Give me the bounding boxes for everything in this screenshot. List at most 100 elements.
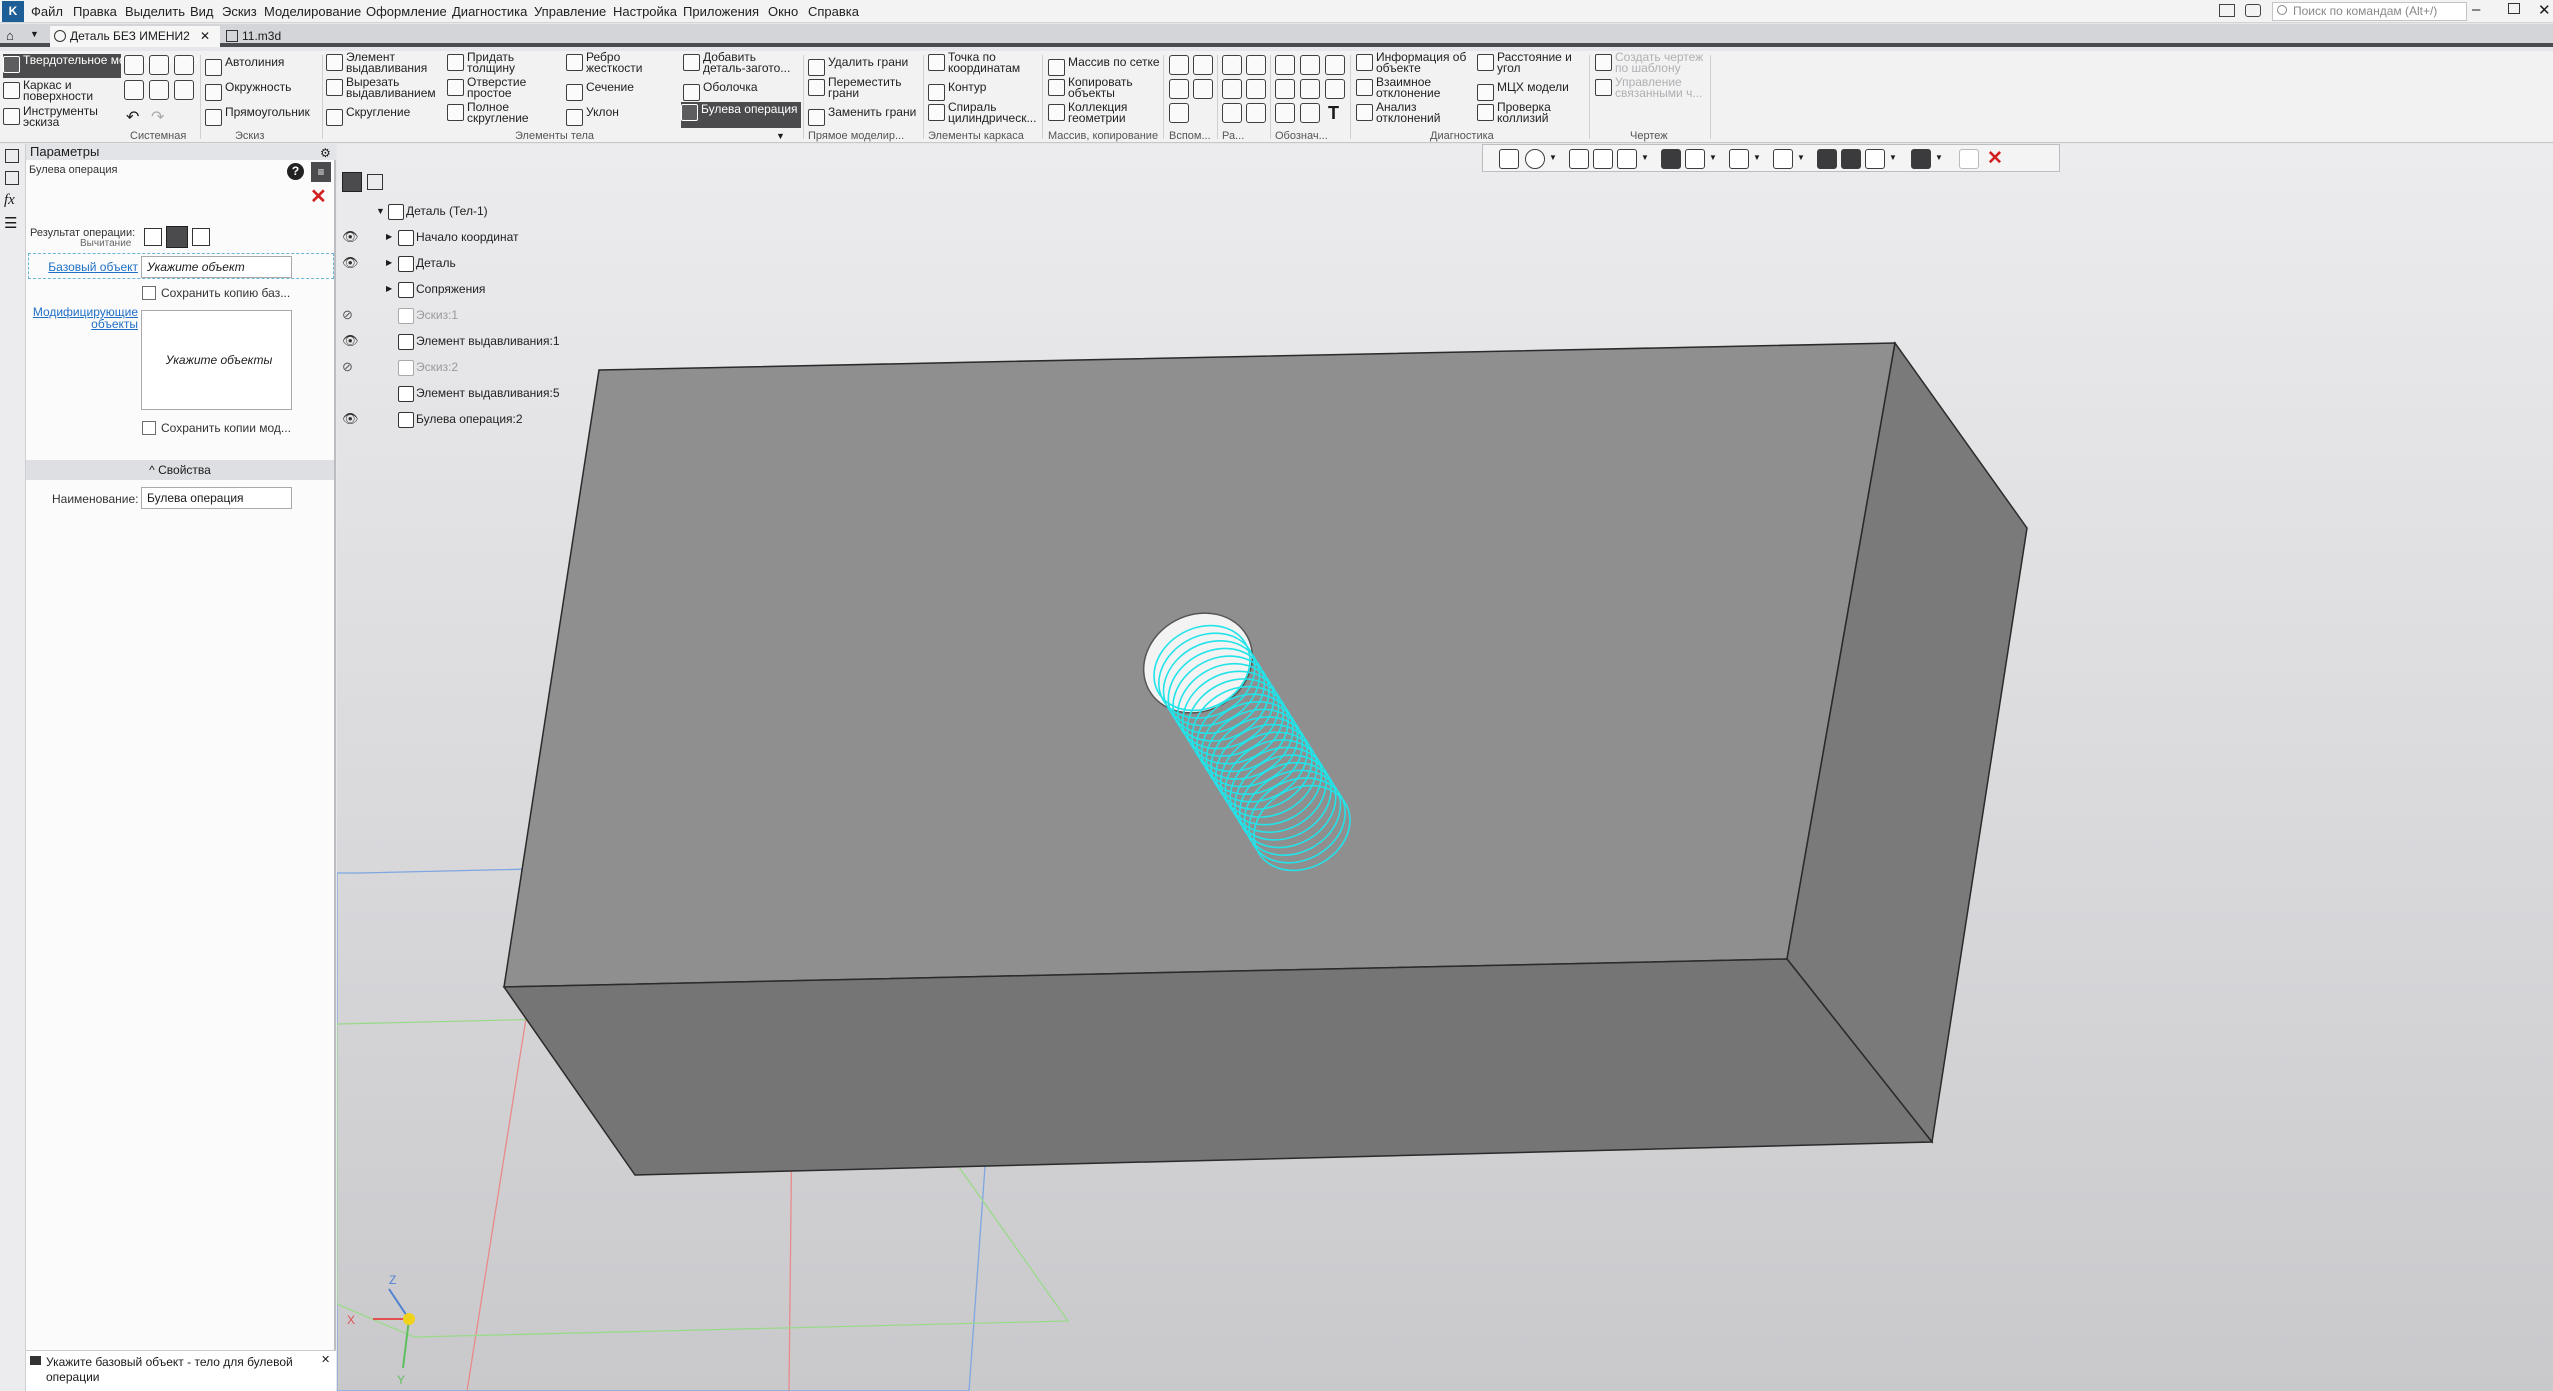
preview-icon[interactable]: [149, 80, 169, 100]
layout-icon[interactable]: [2219, 4, 2235, 17]
mode-wireframe-surfaces[interactable]: Каркас и поверхности: [3, 79, 121, 104]
filter-dropdown-icon[interactable]: ▼: [1935, 153, 1943, 162]
menu-sketch[interactable]: Эскиз: [222, 4, 257, 19]
visibility-eye-icon[interactable]: 👁: [342, 333, 359, 349]
distance-angle-button[interactable]: Расстояние и угол: [1477, 51, 1577, 74]
thicken-button[interactable]: Придать толщину: [447, 51, 537, 74]
menu-settings[interactable]: Настройка: [613, 4, 677, 19]
panel-settings-icon[interactable]: ⚙: [320, 145, 331, 161]
create-drawing-button[interactable]: Создать чертеж по шаблону: [1595, 51, 1707, 74]
mode-sketch-tools[interactable]: Инструменты эскиза: [3, 105, 121, 130]
text-tool-icon[interactable]: T: [1328, 103, 1339, 124]
keep-base-copy-checkbox[interactable]: [142, 286, 156, 300]
zoom-icon[interactable]: [1525, 149, 1545, 169]
menu-design[interactable]: Оформление: [366, 4, 447, 19]
tree-panel-icon[interactable]: [5, 149, 19, 163]
section-view-icon[interactable]: [1773, 149, 1793, 169]
dim-diameter-icon[interactable]: [1246, 79, 1266, 99]
weld-icon[interactable]: [1300, 103, 1320, 123]
aux-line-icon[interactable]: [1169, 103, 1189, 123]
tree-structure-icon[interactable]: [342, 172, 362, 192]
menu-select[interactable]: Выделить: [125, 4, 185, 19]
library-panel-icon[interactable]: [5, 171, 19, 185]
keep-mod-copy-checkbox[interactable]: [142, 421, 156, 435]
new-file-icon[interactable]: [124, 55, 144, 75]
pin-icon[interactable]: [1959, 149, 1979, 169]
delete-faces-button[interactable]: Удалить грани: [808, 56, 908, 76]
tree-extrusion-1[interactable]: Элемент выдавливания:1: [398, 334, 560, 350]
tree-detail[interactable]: Деталь: [398, 256, 456, 272]
shaded-display-icon[interactable]: [1661, 149, 1681, 169]
tree-root-part[interactable]: Деталь (Тел-1): [388, 204, 488, 220]
orientation-dropdown-icon[interactable]: ▼: [1641, 153, 1649, 162]
cancel-operation-icon[interactable]: ✕: [310, 184, 327, 209]
dim-auto-icon[interactable]: [1246, 103, 1266, 123]
command-search-input[interactable]: Поиск по командам (Alt+/): [2272, 2, 2467, 21]
rib-button[interactable]: Ребро жесткости: [566, 51, 656, 74]
tab-detail-unnamed[interactable]: Деталь БЕЗ ИМЕНИ2 ✕: [50, 26, 220, 47]
aux-cs-icon[interactable]: [1193, 79, 1213, 99]
expand-arrow-icon[interactable]: ▼: [376, 206, 385, 216]
save-icon[interactable]: [174, 55, 194, 75]
pan-icon[interactable]: [1569, 149, 1589, 169]
menu-edit[interactable]: Правка: [73, 4, 117, 19]
add-stock-part-button[interactable]: Добавить деталь-загото...: [683, 51, 801, 74]
base-object-field[interactable]: Укажите объект: [141, 256, 292, 278]
base-object-link[interactable]: Базовый объект: [34, 260, 138, 274]
boolean-operation-button[interactable]: Булева операция: [681, 102, 801, 128]
visibility-eye-icon[interactable]: 👁: [342, 255, 359, 271]
menu-help[interactable]: Справка: [808, 4, 859, 19]
object-info-button[interactable]: Информация об объекте: [1356, 51, 1474, 74]
tree-mates[interactable]: Сопряжения: [398, 282, 485, 298]
menu-window[interactable]: Окно: [768, 4, 798, 19]
modifying-objects-field[interactable]: Укажите объекты: [141, 310, 292, 410]
menu-manage[interactable]: Управление: [534, 4, 606, 19]
minimize-icon[interactable]: –: [2472, 1, 2480, 18]
mutual-deviation-button[interactable]: Взаимное отклонение: [1356, 76, 1474, 99]
cut-extrude-button[interactable]: Вырезать выдавливанием: [326, 76, 444, 99]
zoom-dropdown-icon[interactable]: ▼: [1549, 153, 1557, 162]
close-tab-icon[interactable]: ✕: [200, 26, 210, 47]
autoline-button[interactable]: Автолиния: [205, 56, 284, 76]
rectangle-button[interactable]: Прямоугольник: [205, 106, 310, 126]
display-dropdown-icon[interactable]: ▼: [1709, 153, 1717, 162]
note-leader-icon[interactable]: [1275, 55, 1295, 75]
roughness-icon[interactable]: [1300, 55, 1320, 75]
app-logo-icon[interactable]: K: [2, 1, 24, 22]
display-mode-icon[interactable]: [1685, 149, 1705, 169]
menu-view[interactable]: Вид: [190, 4, 214, 19]
full-round-button[interactable]: Полное скругление: [447, 101, 537, 124]
shell-button[interactable]: Оболочка: [683, 81, 758, 101]
dim-radius-icon[interactable]: [1246, 55, 1266, 75]
tree-boolean-2[interactable]: Булева операция:2: [398, 412, 523, 428]
collapse-arrow-icon[interactable]: ▶: [386, 284, 392, 293]
aux-axis-icon[interactable]: [1193, 55, 1213, 75]
hidden-eye-icon[interactable]: ⊘: [342, 307, 353, 323]
screenshot-icon[interactable]: [2245, 4, 2261, 17]
close-view-icon[interactable]: ✕: [1987, 147, 2003, 170]
union-icon[interactable]: [144, 228, 162, 246]
tabs-menu-icon[interactable]: ▼: [30, 29, 39, 39]
move-faces-button[interactable]: Переместить грани: [808, 76, 908, 99]
home-icon[interactable]: ⌂: [6, 28, 14, 43]
redo-icon[interactable]: ↷: [151, 107, 164, 127]
menu-file[interactable]: Файл: [31, 4, 63, 19]
dim-linear-icon[interactable]: [1222, 55, 1242, 75]
help-icon[interactable]: ?: [287, 163, 304, 180]
circle-button[interactable]: Окружность: [205, 81, 291, 101]
close-app-icon[interactable]: ✕: [2538, 1, 2551, 19]
cylindrical-helix-button[interactable]: Спираль цилиндрическ...: [928, 101, 1040, 124]
collapse-arrow-icon[interactable]: ▶: [386, 258, 392, 267]
collision-check-button[interactable]: Проверка коллизий: [1477, 101, 1577, 124]
restore-icon[interactable]: [2508, 3, 2520, 14]
tree-filter-icon[interactable]: [367, 174, 383, 190]
tree-sketch-2[interactable]: Эскиз:2: [398, 360, 458, 376]
expand-chevron-icon[interactable]: ▼: [776, 131, 785, 141]
layers-view-icon[interactable]: [1865, 149, 1885, 169]
dim-arc-icon[interactable]: [1222, 103, 1242, 123]
3d-viewport[interactable]: X Y Z ▼ ▼ ▼ ▼ ▼ ▼ ▼ ✕ ▼ Деталь (Тел-1) 👁…: [337, 144, 2553, 1391]
print-icon[interactable]: [124, 80, 144, 100]
open-folder-icon[interactable]: [149, 55, 169, 75]
properties-section[interactable]: ^ Свойства: [26, 460, 334, 480]
replace-faces-button[interactable]: Заменить грани: [808, 106, 916, 126]
